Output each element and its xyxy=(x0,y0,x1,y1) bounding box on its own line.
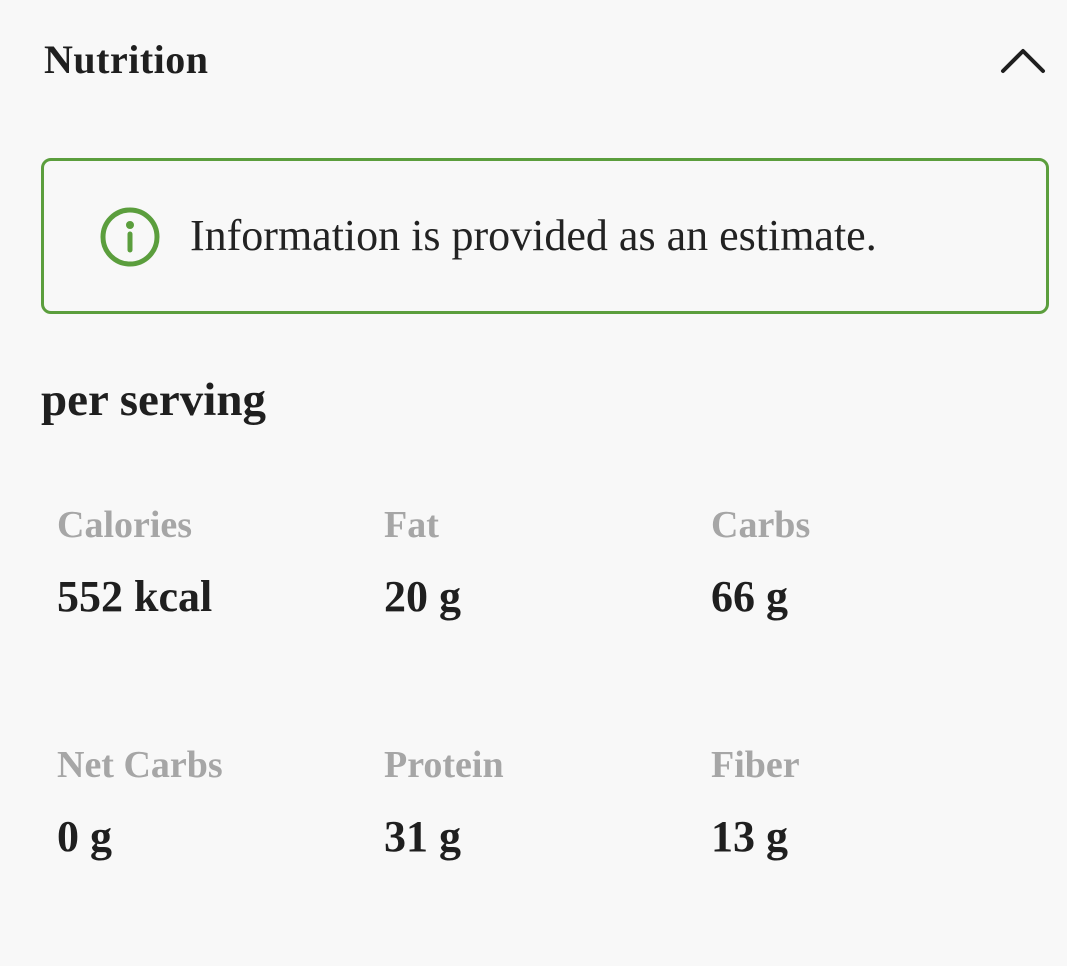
nutrient-label: Carbs xyxy=(711,504,811,546)
nutrition-panel: Nutrition Information is provided as an … xyxy=(0,0,1067,966)
estimate-notice: Information is provided as an estimate. xyxy=(41,158,1049,314)
nutrient-value: 66 g xyxy=(711,572,788,621)
info-icon xyxy=(99,206,161,268)
nutrient-value: 0 g xyxy=(57,812,112,861)
nutrient-protein: Protein 31 g xyxy=(384,740,704,870)
nutrient-label: Fat xyxy=(384,504,439,546)
nutrition-header[interactable]: Nutrition xyxy=(0,0,1067,120)
section-title: Nutrition xyxy=(44,37,209,82)
collapse-toggle-button[interactable] xyxy=(996,38,1050,84)
nutrient-net-carbs: Net Carbs 0 g xyxy=(57,740,377,870)
nutrient-label: Protein xyxy=(384,744,504,786)
nutrient-value: 552 kcal xyxy=(57,572,213,621)
per-serving-heading: per serving xyxy=(41,374,266,426)
nutrient-label: Net Carbs xyxy=(57,744,223,786)
nutrient-value: 31 g xyxy=(384,812,461,861)
nutrient-carbs: Carbs 66 g xyxy=(711,500,1031,630)
nutrient-label: Calories xyxy=(57,504,193,546)
estimate-notice-text: Information is provided as an estimate. xyxy=(190,211,877,260)
nutrient-fat: Fat 20 g xyxy=(384,500,704,630)
nutrient-value: 13 g xyxy=(711,812,788,861)
nutrient-label: Fiber xyxy=(711,744,800,786)
nutrient-calories: Calories 552 kcal xyxy=(57,500,377,630)
nutrients-grid: Calories 552 kcal Fat 20 g Carbs 66 g Ne… xyxy=(57,500,1037,900)
nutrient-fiber: Fiber 13 g xyxy=(711,740,1031,870)
nutrient-value: 20 g xyxy=(384,572,461,621)
chevron-up-icon xyxy=(1001,49,1045,73)
